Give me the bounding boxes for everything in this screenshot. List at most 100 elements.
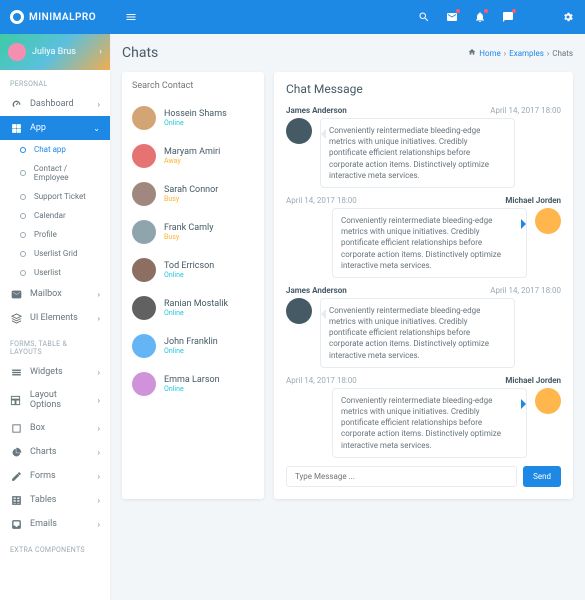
contact-name: Sarah Connor xyxy=(164,185,218,195)
contact-status: Online xyxy=(164,385,220,393)
gauge-icon xyxy=(10,98,22,110)
chevron-right-icon: › xyxy=(98,496,100,505)
chevron-right-icon: › xyxy=(98,472,100,481)
pie-chart-icon xyxy=(10,446,22,458)
nav-chat-app[interactable]: Chat app xyxy=(0,140,110,159)
sender-name: James Anderson xyxy=(286,106,347,115)
avatar xyxy=(132,182,156,206)
contact-status: Online xyxy=(164,119,227,127)
circle-icon xyxy=(20,251,26,257)
layout-icon xyxy=(10,394,22,406)
message-row: Conveniently reintermediate bleeding-edg… xyxy=(286,118,561,188)
avatar xyxy=(132,220,156,244)
breadcrumb: Home› Examples› Chats xyxy=(468,48,573,58)
nav-dashboard[interactable]: Dashboard› xyxy=(0,92,110,116)
chat-icon[interactable] xyxy=(501,10,515,24)
chevron-right-icon: › xyxy=(98,396,100,405)
sender-name: Michael Jorden xyxy=(505,376,561,385)
section-header: FORMS, TABLE & LAYOUTS xyxy=(0,330,110,360)
mail-icon[interactable] xyxy=(445,10,459,24)
message-bubble: Conveniently reintermediate bleeding-edg… xyxy=(320,118,515,188)
search-input[interactable] xyxy=(132,81,254,91)
send-button[interactable]: Send xyxy=(523,466,561,487)
message-bubble: Conveniently reintermediate bleeding-edg… xyxy=(332,208,527,278)
nav-layout-options[interactable]: Layout Options› xyxy=(0,384,110,416)
search-icon[interactable] xyxy=(417,10,431,24)
page-title: Chats xyxy=(122,45,158,61)
avatar xyxy=(535,208,561,234)
avatar[interactable] xyxy=(529,8,547,26)
nav-mailbox[interactable]: Mailbox› xyxy=(0,282,110,306)
message-row: Conveniently reintermediate bleeding-edg… xyxy=(286,388,561,458)
contact-item[interactable]: John FranklinOnline xyxy=(132,327,254,365)
contact-item[interactable]: Frank CamlyBusy xyxy=(132,213,254,251)
nav-userlist-grid[interactable]: Userlist Grid xyxy=(0,244,110,263)
gear-icon[interactable] xyxy=(561,10,575,24)
nav-charts[interactable]: Charts› xyxy=(0,440,110,464)
circle-icon xyxy=(20,213,26,219)
contact-name: Ranian Mostalik xyxy=(164,299,228,309)
nav-emails[interactable]: Emails› xyxy=(0,512,110,536)
message-input[interactable] xyxy=(286,466,517,487)
inbox-icon xyxy=(10,518,22,530)
contact-status: Busy xyxy=(164,233,214,241)
contact-name: Hossein Shams xyxy=(164,109,227,119)
nav-contact[interactable]: Contact / Employee xyxy=(0,159,110,187)
nav-ui-elements[interactable]: UI Elements› xyxy=(0,306,110,330)
contact-item[interactable]: Ranian MostalikOnline xyxy=(132,289,254,327)
nav-box[interactable]: Box› xyxy=(0,416,110,440)
table-icon xyxy=(10,494,22,506)
section-header: EXTRA COMPONENTS xyxy=(0,536,110,558)
nav-widgets[interactable]: Widgets› xyxy=(0,360,110,384)
chevron-down-icon: ⌄ xyxy=(93,124,100,133)
bell-icon[interactable] xyxy=(473,10,487,24)
mail-icon xyxy=(10,288,22,300)
circle-icon xyxy=(20,232,26,238)
top-header: MINIMALPRO xyxy=(0,0,585,34)
sender-name: James Anderson xyxy=(286,286,347,295)
contact-item[interactable]: Tod ErricsonOnline xyxy=(132,251,254,289)
contact-status: Busy xyxy=(164,195,218,203)
nav-support-ticket[interactable]: Support Ticket xyxy=(0,187,110,206)
contact-item[interactable]: Sarah ConnorBusy xyxy=(132,175,254,213)
avatar xyxy=(132,144,156,168)
home-icon[interactable] xyxy=(468,48,476,58)
contact-item[interactable]: Hossein ShamsOnline xyxy=(132,99,254,137)
message-time: April 14, 2017 18:00 xyxy=(490,286,561,295)
avatar xyxy=(286,118,312,144)
avatar xyxy=(8,43,26,61)
chevron-right-icon: › xyxy=(98,448,100,457)
user-profile-box[interactable]: Juliya Brus › xyxy=(0,34,110,70)
nav-app[interactable]: App⌄ xyxy=(0,116,110,140)
message-bubble: Conveniently reintermediate bleeding-edg… xyxy=(320,298,515,368)
message-row: Conveniently reintermediate bleeding-edg… xyxy=(286,208,561,278)
chevron-right-icon: › xyxy=(99,47,102,57)
logo[interactable]: MINIMALPRO xyxy=(10,10,110,24)
contact-name: Tod Erricson xyxy=(164,261,214,271)
nav-forms[interactable]: Forms› xyxy=(0,464,110,488)
nav-userlist[interactable]: Userlist xyxy=(0,263,110,282)
section-header: PERSONAL xyxy=(0,70,110,92)
avatar xyxy=(132,334,156,358)
message-meta: James Anderson April 14, 2017 18:00 xyxy=(286,286,561,295)
nav-tables[interactable]: Tables› xyxy=(0,488,110,512)
sidebar: Juliya Brus › PERSONAL Dashboard› App⌄ C… xyxy=(0,34,110,600)
edit-icon xyxy=(10,470,22,482)
breadcrumb-l2: Chats xyxy=(552,49,573,58)
contact-name: Maryam Amiri xyxy=(164,147,220,157)
breadcrumb-l1[interactable]: Examples xyxy=(509,49,544,58)
menu-toggle-icon[interactable] xyxy=(124,10,138,24)
message-time: April 14, 2017 18:00 xyxy=(286,376,357,385)
contact-item[interactable]: Maryam AmiriAway xyxy=(132,137,254,175)
breadcrumb-home[interactable]: Home xyxy=(479,49,501,58)
message-meta: April 14, 2017 18:00 Michael Jorden xyxy=(286,376,561,385)
chevron-right-icon: › xyxy=(98,314,100,323)
layers-icon xyxy=(10,312,22,324)
user-name: Juliya Brus xyxy=(32,47,76,57)
message-time: April 14, 2017 18:00 xyxy=(490,106,561,115)
nav-calendar[interactable]: Calendar xyxy=(0,206,110,225)
chat-title: Chat Message xyxy=(286,82,561,96)
circle-icon xyxy=(20,270,26,276)
contact-item[interactable]: Emma LarsonOnline xyxy=(132,365,254,403)
nav-profile[interactable]: Profile xyxy=(0,225,110,244)
